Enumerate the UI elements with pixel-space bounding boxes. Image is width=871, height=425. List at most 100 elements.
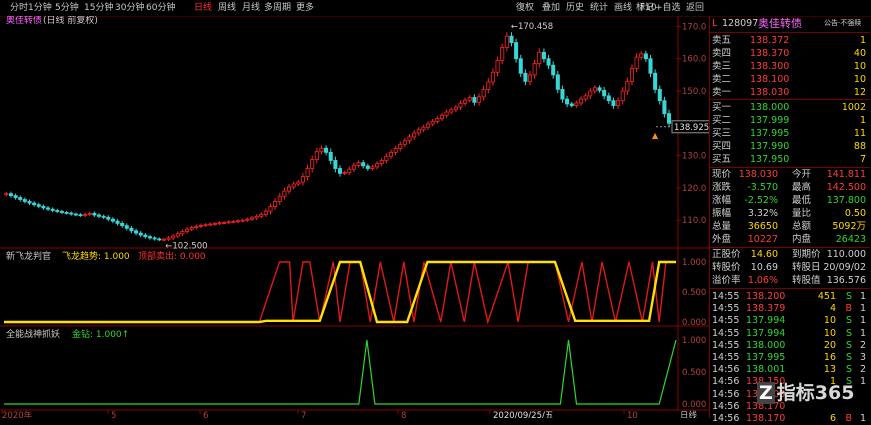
candle-body-37 (175, 233, 180, 237)
stat-label-b: 今开 (792, 169, 812, 180)
tick-count: 2 (859, 364, 866, 376)
candle-body-92 (430, 120, 435, 125)
candle-body-113 (527, 74, 533, 82)
tick-count: 1 (859, 291, 866, 302)
x-tick-label-3: 7 (301, 411, 306, 418)
toolbar-action-6[interactable]: 标记 (636, 2, 654, 14)
candle-body-52 (245, 218, 250, 221)
candle-body-43 (203, 224, 208, 227)
toolbar-action-7[interactable]: +自选 (655, 2, 681, 14)
toolbar-action-8[interactable]: 返回 (686, 2, 704, 14)
bid-price: 137.950 (750, 154, 790, 165)
candle-body-53 (249, 217, 254, 220)
candle-body-12 (59, 211, 64, 213)
candle-body-120 (560, 89, 565, 100)
toolbar-action-1[interactable]: 叠加 (542, 2, 560, 14)
candle-body-20 (96, 214, 102, 217)
tab-8[interactable]: 月线 (242, 2, 260, 14)
candle-body-127 (592, 87, 597, 92)
candle-body-130 (606, 95, 611, 102)
tab-1[interactable]: 1分钟 (28, 2, 52, 14)
tick-side: S (845, 315, 852, 327)
tick-price: 138.000 (746, 339, 786, 351)
toolbar-action-4[interactable]: 画线 (614, 2, 632, 14)
candle-body-114 (532, 63, 537, 76)
tick-row-5: 14:55 137.995 16 S 3 (710, 351, 870, 364)
bid-label: 买五 (712, 154, 732, 165)
tab-4[interactable]: 30分钟 (115, 2, 144, 14)
tick-time: 14:55 (712, 315, 740, 327)
stat-value-b: 0.50 (844, 208, 866, 219)
bid-price: 138.000 (750, 102, 790, 113)
name: 奥佳转债 (758, 17, 802, 30)
bid-row-2: 买三 137.995 11 (710, 127, 870, 140)
candle-body-71 (333, 160, 338, 169)
candle-body-90 (421, 126, 426, 131)
tab-7[interactable]: 周线 (218, 2, 236, 14)
stat-label-b: 最高 (792, 182, 812, 193)
candle-body-97 (453, 106, 458, 111)
candle-body-51 (240, 219, 245, 222)
tick-price: 137.995 (746, 352, 786, 363)
ask-volume: 40 (853, 48, 866, 59)
candle-body-83 (388, 151, 394, 157)
toolbar-action-3[interactable]: 统计 (590, 2, 608, 14)
candle-body-89 (416, 129, 421, 134)
header-row: L 128097 奥佳转债 公告·不强赎 (710, 17, 870, 30)
tab-0[interactable]: 分时 (10, 2, 28, 14)
candle-body-26 (124, 225, 129, 229)
candle-body-67 (314, 151, 319, 160)
bid-label: 买四 (712, 141, 732, 152)
watermark-logo: Z 指标365 (757, 382, 855, 404)
candle-body-73 (342, 171, 347, 174)
candle-body-109 (509, 35, 514, 43)
candle-body-111 (518, 58, 523, 74)
candle-body-86 (402, 140, 407, 145)
bid-volume: 11 (853, 128, 866, 139)
ask-price: 138.030 (750, 87, 790, 98)
candle-body-2 (13, 195, 18, 198)
candle-body-69 (324, 147, 329, 153)
toolbar-action-0[interactable]: 復权 (516, 2, 534, 14)
stat-label-a: 涨幅 (712, 195, 732, 206)
low-annotation: ←102.500 (165, 241, 207, 251)
candle-body-78 (365, 165, 370, 169)
candle-body-36 (171, 235, 176, 239)
stat-value-b: 26423 (835, 234, 866, 245)
candle-body-123 (574, 102, 579, 106)
candle-body-117 (546, 58, 551, 66)
bid-price: 137.995 (750, 128, 790, 139)
candle-body-74 (347, 168, 352, 173)
candle-body-82 (384, 155, 389, 161)
chart-subtitle: (日线 前复权) (43, 16, 98, 26)
candle-body-6 (32, 202, 37, 206)
candle-body-87 (407, 136, 412, 142)
candle-body-48 (226, 221, 231, 224)
tick-time: 14:55 (712, 291, 740, 302)
tick-row-4: 14:55 138.000 20 S 2 (710, 339, 870, 352)
candle-body-135 (629, 68, 634, 82)
ask-label: 卖一 (712, 87, 732, 98)
candle-body-10 (50, 208, 55, 211)
tab-2[interactable]: 5分钟 (55, 2, 79, 14)
stat-label-a: 涨跌 (712, 182, 732, 193)
tick-price: 137.994 (746, 327, 786, 339)
candle-body-61 (286, 186, 292, 192)
stat-label-a: 总量 (712, 221, 732, 232)
stat-value-b: 5092万 (832, 221, 866, 232)
tick-volume: 20 (823, 339, 836, 351)
tab-9[interactable]: 多周期 (264, 2, 291, 14)
stat-row-1: 涨跌 -3.570 最高 142.500 (710, 181, 870, 194)
candle-body-142 (662, 100, 667, 115)
toolbar-action-2[interactable]: 历史 (566, 2, 584, 14)
stat-label-a: 振幅 (712, 208, 732, 219)
candle-body-129 (602, 89, 607, 97)
candle-body-7 (36, 204, 41, 207)
stat-value-b: 137.800 (826, 195, 866, 206)
tick-side: S (845, 352, 852, 363)
tab-10[interactable]: 更多 (296, 2, 314, 14)
ask-price: 138.372 (750, 35, 790, 46)
tab-3[interactable]: 15分钟 (84, 2, 113, 14)
tab-6[interactable]: 日线 (194, 2, 212, 14)
tab-5[interactable]: 60分钟 (146, 2, 175, 14)
